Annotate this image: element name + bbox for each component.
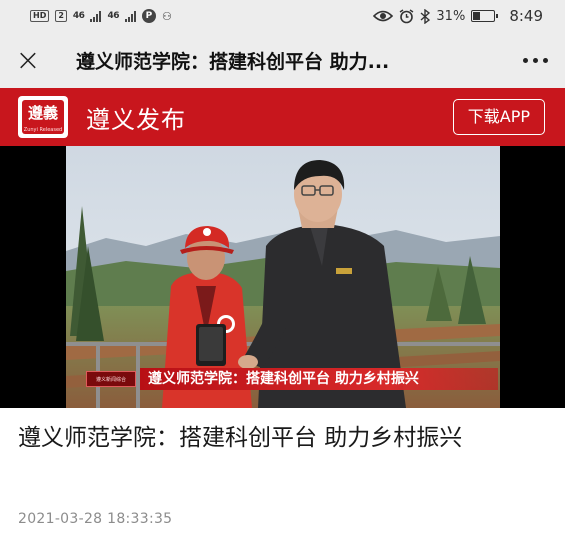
bluetooth-icon <box>420 8 431 24</box>
network-type-1: 46 <box>72 11 85 21</box>
page-title: 遵义师范学院：搭建科创平台 助力... <box>76 50 390 73</box>
app-logo: 遵義 Zunyi Released <box>18 96 68 138</box>
eye-icon <box>373 10 394 22</box>
parking-icon: P <box>141 9 156 23</box>
clock: 8:49 <box>509 7 543 25</box>
article-title: 遵义师范学院：搭建科创平台 助力乡村振兴 <box>18 425 463 451</box>
logo-subtext: Zunyi Released <box>23 127 63 133</box>
battery-level <box>473 12 480 20</box>
close-icon: × <box>15 42 41 78</box>
title-bar: × 遵义师范学院：搭建科创平台 助力... <box>0 32 565 88</box>
signal-icon <box>90 10 102 22</box>
more-options-button[interactable] <box>505 32 565 88</box>
article-date: 2021-03-28 18:33:35 <box>18 511 173 527</box>
sim-badge: 2 <box>55 10 67 22</box>
brand-bar: 遵義 Zunyi Released 遵义发布 下载APP <box>0 88 565 146</box>
battery-icon <box>471 10 499 22</box>
download-app-button[interactable]: 下载APP <box>452 99 545 135</box>
battery-percent: 31% <box>436 8 466 24</box>
more-dot-icon <box>522 57 528 63</box>
alarm-icon <box>400 8 414 23</box>
status-bar: HD 2 46 46 P ⚇ 31% 8:49 <box>0 0 565 32</box>
more-dot-icon <box>532 57 538 63</box>
status-right: 31% 8:49 <box>373 7 543 25</box>
channel-tag: 遵义新闻综合 <box>86 371 136 387</box>
more-dot-icon <box>542 57 548 63</box>
video-caption-bar: 遵义新闻综合 遵义师范学院：搭建科创平台 助力乡村振兴 <box>86 368 498 390</box>
status-left: HD 2 46 46 P ⚇ <box>30 9 172 23</box>
brand-name: 遵义发布 <box>86 105 186 134</box>
logo-text: 遵義 <box>27 104 58 122</box>
video-caption: 遵义师范学院：搭建科创平台 助力乡村振兴 <box>140 368 498 390</box>
logo-mark: 遵義 Zunyi Released <box>22 100 64 134</box>
close-button[interactable]: × <box>0 32 56 88</box>
signal-icon <box>124 10 136 22</box>
hd-badge: HD <box>30 10 50 22</box>
network-type-2: 46 <box>107 11 119 21</box>
video-player[interactable]: 遵义新闻综合 遵义师范学院：搭建科创平台 助力乡村振兴 <box>0 146 565 408</box>
notification-icon: ⚇ <box>161 9 172 23</box>
